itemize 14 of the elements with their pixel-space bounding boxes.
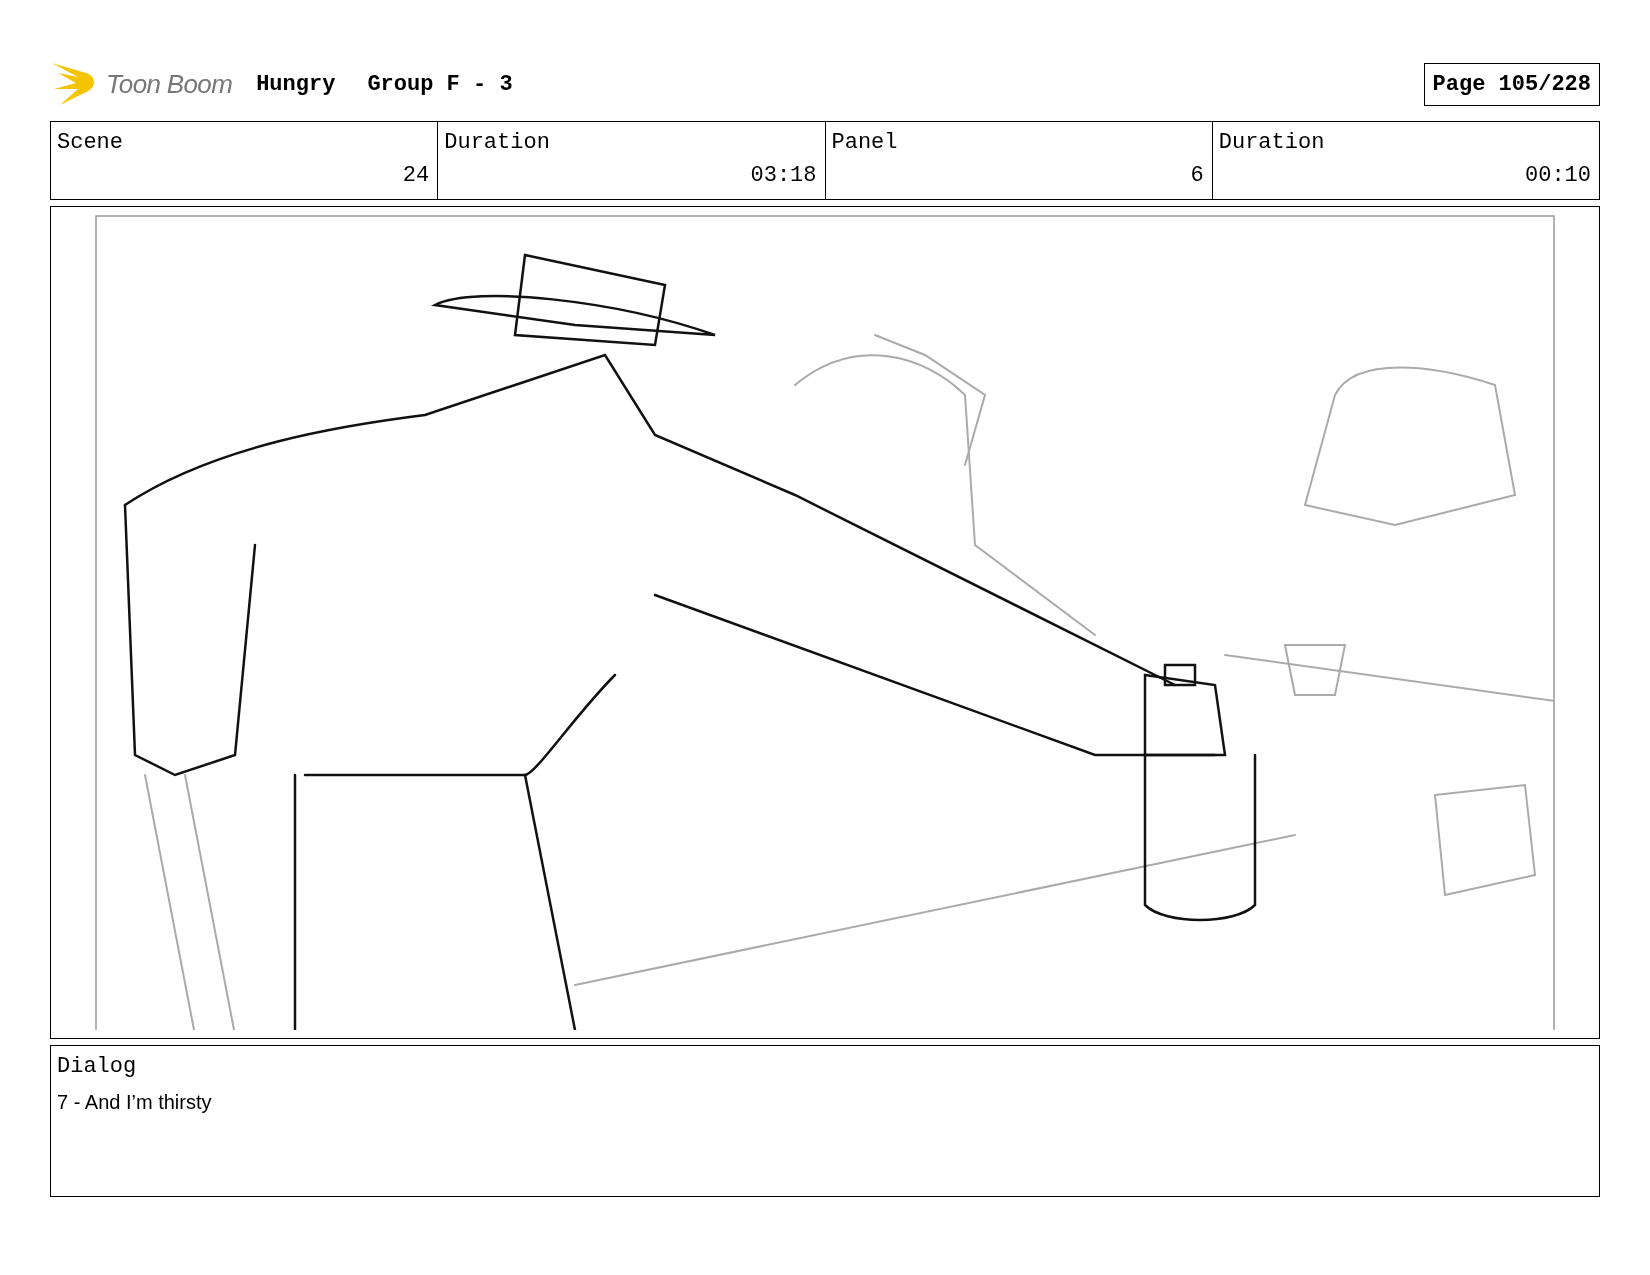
field-label: Panel: [831, 129, 898, 157]
project-title: Hungry: [256, 70, 336, 99]
logo-text: Toon Boom: [106, 67, 233, 101]
field-label: Scene: [57, 129, 123, 157]
field-value: 00:10: [1525, 162, 1591, 190]
field-value: 03:18: [750, 162, 817, 190]
page-number: Page 105/228: [1423, 62, 1600, 106]
field-label: Duration: [444, 129, 550, 157]
field-value: 24: [402, 162, 430, 190]
field-label: Duration: [1218, 129, 1325, 157]
dialog-label: Dialog: [57, 1053, 137, 1081]
dialog-text: 7 - And I’m thirsty: [57, 1090, 212, 1115]
sequence-title: Group F - 3: [367, 70, 513, 99]
field-value: 6: [1190, 162, 1204, 190]
